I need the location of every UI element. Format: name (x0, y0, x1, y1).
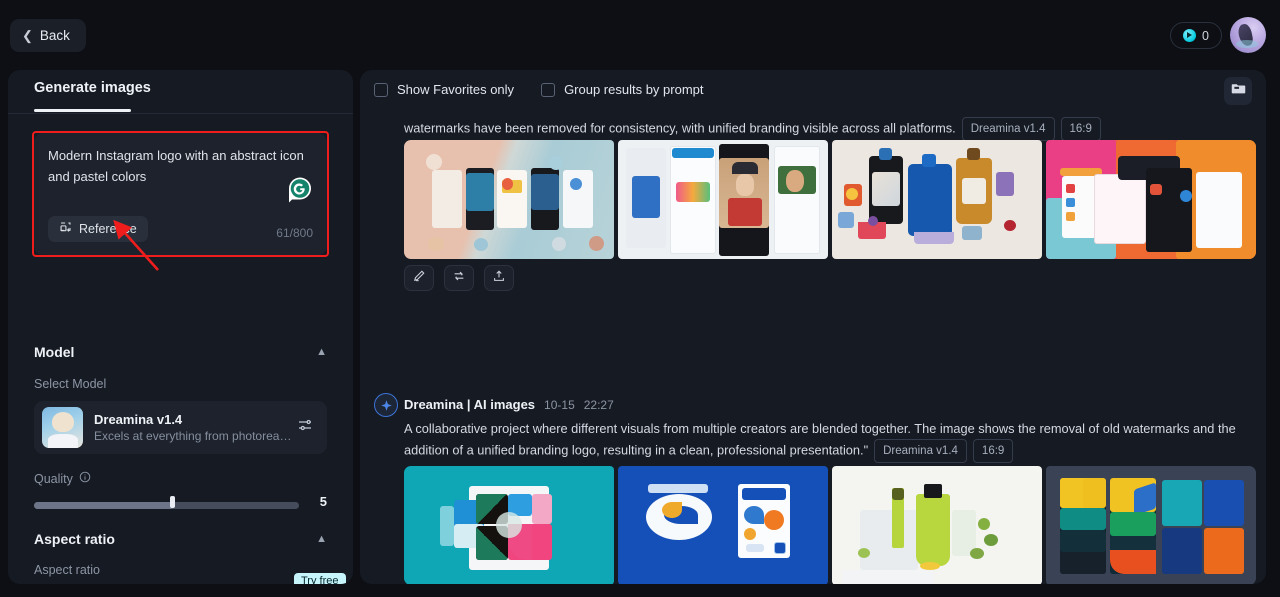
chevron-up-icon[interactable]: ▲ (316, 533, 327, 545)
ratio-chip: 16:9 (972, 439, 1014, 463)
model-card[interactable]: Dreamina v1.4 Excels at everything from … (34, 401, 327, 454)
result-description-text: A collaborative project where different … (404, 421, 1236, 458)
user-avatar[interactable] (1230, 17, 1266, 53)
regenerate-loop-icon (452, 269, 466, 288)
sidebar-tabs: Generate images (8, 70, 353, 114)
upload-export-icon (492, 269, 506, 288)
folder-icon (1231, 81, 1246, 101)
select-model-label: Select Model (34, 377, 107, 391)
results-feed: watermarks have been removed for consist… (360, 112, 1266, 584)
aspect-section-header[interactable]: Aspect ratio ▲ (34, 531, 327, 547)
back-label: Back (39, 28, 70, 43)
result-description: watermarks have been removed for consist… (404, 117, 1264, 141)
prompt-char-counter: 61/800 (276, 226, 313, 240)
ratio-chip: 16:9 (1060, 117, 1101, 141)
model-chip: Dreamina v1.4 (874, 439, 967, 463)
result-image-row (404, 140, 1256, 259)
generated-image[interactable] (618, 466, 828, 584)
chevron-up-icon[interactable]: ▲ (316, 346, 327, 358)
result-avatar-badge (374, 393, 398, 417)
credits-pill[interactable]: 0 (1170, 22, 1222, 49)
reference-label: Reference (79, 222, 137, 236)
slider-track[interactable] (34, 502, 299, 509)
app-root: ❮ Back 0 Generate images Modern Instagra… (0, 0, 1280, 597)
prompt-text[interactable]: Modern Instagram logo with an abstract i… (48, 145, 306, 187)
sliders-icon[interactable] (297, 417, 313, 438)
model-section-header[interactable]: Model ▲ (34, 344, 327, 360)
back-button[interactable]: ❮ Back (10, 19, 86, 52)
generated-image[interactable] (1046, 140, 1256, 259)
result-description: A collaborative project where different … (404, 419, 1264, 463)
group-by-prompt-checkbox[interactable]: Group results by prompt (541, 82, 704, 97)
generated-image[interactable] (404, 140, 614, 259)
aspect-section-title: Aspect ratio (34, 531, 115, 547)
generated-image[interactable] (832, 466, 1042, 584)
generated-image[interactable] (1046, 466, 1256, 584)
show-favorites-checkbox[interactable]: Show Favorites only (374, 82, 514, 97)
results-panel: Show Favorites only Group results by pro… (360, 70, 1266, 584)
slider-handle[interactable] (170, 496, 175, 508)
prompt-input-box[interactable]: Modern Instagram logo with an abstract i… (34, 133, 327, 255)
credits-value: 0 (1202, 28, 1209, 43)
model-thumbnail (42, 407, 83, 448)
top-bar: ❮ Back 0 (0, 0, 1280, 70)
tab-generate-images[interactable]: Generate images (34, 80, 151, 96)
chevron-left-icon: ❮ (22, 28, 33, 43)
model-chip: Dreamina v1.4 (961, 117, 1055, 141)
model-description: Excels at everything from photoreali... (94, 429, 294, 443)
result-time: 22:27 (583, 398, 614, 412)
generated-image[interactable] (618, 140, 828, 259)
reference-button[interactable]: Reference (48, 216, 148, 242)
result-image-row (404, 466, 1256, 584)
generated-image[interactable] (404, 466, 614, 584)
model-section-title: Model (34, 344, 75, 360)
quality-value: 5 (319, 494, 327, 509)
group-by-prompt-label: Group results by prompt (564, 82, 704, 97)
show-favorites-label: Show Favorites only (397, 82, 515, 97)
quality-label: Quality (34, 471, 73, 486)
grammarly-g-icon (286, 175, 314, 203)
folder-button[interactable] (1224, 77, 1252, 105)
image-add-icon (59, 221, 72, 237)
result-title: Dreamina | AI images (404, 397, 536, 412)
checkbox-box[interactable] (541, 82, 556, 97)
slider-fill (34, 502, 174, 509)
coin-icon (1183, 29, 1197, 42)
tab-active-indicator (34, 109, 131, 112)
aspect-ratio-label: Aspect ratio (34, 563, 101, 577)
regenerate-button[interactable] (444, 265, 474, 291)
result-date: 10-15 (544, 398, 575, 412)
info-icon[interactable] (79, 471, 91, 486)
checkbox-box[interactable] (374, 82, 388, 97)
try-free-badge[interactable]: Try free (294, 573, 346, 584)
result-description-text: watermarks have been removed for consist… (404, 120, 956, 136)
generate-sidebar: Generate images Modern Instagram logo wi… (8, 70, 353, 584)
model-name: Dreamina v1.4 (94, 412, 183, 427)
quality-row: Quality (34, 471, 91, 486)
generated-image[interactable] (832, 140, 1042, 259)
result-header: Dreamina | AI images 10-15 22:27 (404, 397, 614, 412)
results-toolbar: Show Favorites only Group results by pro… (360, 70, 1266, 112)
edit-button[interactable] (404, 265, 434, 291)
result-actions (404, 265, 514, 291)
export-button[interactable] (484, 265, 514, 291)
pencil-edit-icon (412, 269, 426, 288)
